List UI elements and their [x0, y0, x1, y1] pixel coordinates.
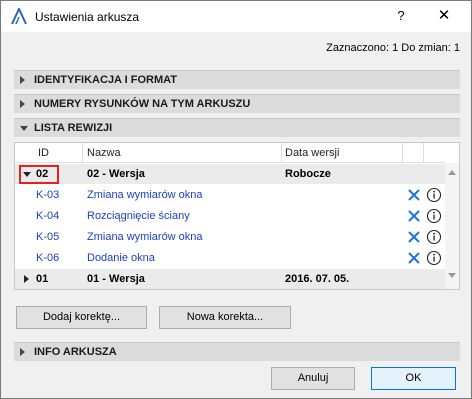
section-label: INFO ARKUSZA — [34, 346, 117, 358]
expand-arrow-icon — [20, 76, 25, 84]
expand-arrow-icon — [20, 100, 25, 108]
column-header-name[interactable]: Nazwa — [87, 147, 121, 159]
row-name: 02 - Wersja — [87, 168, 145, 180]
section-drawing-numbers[interactable]: NUMERY RYSUNKÓW NA TYM ARKUSZU — [14, 94, 460, 113]
row-name: 01 - Wersja — [87, 273, 145, 285]
table-header: ID Nazwa Data wersji — [15, 143, 445, 163]
expand-arrow-icon[interactable] — [24, 275, 29, 283]
table-row[interactable]: K-04 Rozciągnięcie ściany — [15, 206, 445, 226]
row-name: Dodanie okna — [87, 252, 155, 264]
info-icon[interactable] — [426, 250, 442, 266]
table-row[interactable]: K-05 Zmiana wymiarów okna — [15, 227, 445, 247]
sheet-settings-dialog: Ustawienia arkusza ? ✕ Zaznaczono: 1 Do … — [0, 0, 472, 399]
table-row-group[interactable]: 01 01 - Wersja 2016. 07. 05. — [15, 269, 445, 289]
new-correction-button[interactable]: Nowa korekta... — [159, 306, 291, 329]
row-id: K-06 — [36, 252, 60, 264]
row-date: Robocze — [285, 168, 331, 180]
collapse-arrow-icon — [20, 126, 28, 131]
archicad-icon — [11, 8, 27, 25]
cancel-button[interactable]: Anuluj — [271, 367, 355, 390]
row-id: K-04 — [36, 210, 60, 222]
title-bar: Ustawienia arkusza ? ✕ — [1, 1, 471, 32]
column-divider — [281, 143, 282, 163]
section-sheet-info[interactable]: INFO ARKUSZA — [14, 342, 460, 361]
vertical-scrollbar[interactable] — [445, 163, 459, 289]
section-identification[interactable]: IDENTYFIKACJA I FORMAT — [14, 70, 460, 89]
collapse-arrow-icon[interactable] — [23, 172, 31, 177]
column-header-date[interactable]: Data wersji — [285, 147, 339, 159]
table-row[interactable]: K-06 Dodanie okna — [15, 248, 445, 268]
scroll-up-icon[interactable] — [448, 170, 456, 175]
revision-table: ID Nazwa Data wersji 02 02 - Wersja Robo… — [14, 142, 460, 290]
selection-info: Zaznaczono: 1 Do zmian: 1 — [326, 42, 460, 54]
section-revision-list[interactable]: LISTA REWIZJI — [14, 118, 460, 137]
info-icon[interactable] — [426, 229, 442, 245]
help-button[interactable]: ? — [393, 8, 409, 24]
row-id: 02 — [36, 168, 49, 180]
column-header-id[interactable]: ID — [38, 147, 49, 159]
section-label: LISTA REWIZJI — [34, 122, 113, 134]
dialog-title: Ustawienia arkusza — [35, 10, 140, 24]
table-row[interactable]: K-03 Zmiana wymiarów okna — [15, 185, 445, 205]
add-correction-button[interactable]: Dodaj korektę... — [16, 306, 147, 329]
info-icon[interactable] — [426, 208, 442, 224]
row-id: 01 — [36, 273, 49, 285]
x-icon[interactable] — [406, 250, 422, 266]
x-icon[interactable] — [406, 187, 422, 203]
column-divider — [402, 143, 403, 163]
column-divider — [82, 143, 83, 163]
row-date: 2016. 07. 05. — [285, 273, 350, 285]
expand-arrow-icon — [20, 348, 25, 356]
row-id: K-03 — [36, 189, 60, 201]
row-name: Rozciągnięcie ściany — [87, 210, 190, 222]
scroll-down-icon[interactable] — [448, 273, 456, 278]
info-icon[interactable] — [426, 187, 442, 203]
section-label: NUMERY RYSUNKÓW NA TYM ARKUSZU — [34, 98, 251, 110]
section-label: IDENTYFIKACJA I FORMAT — [34, 74, 177, 86]
ok-button[interactable]: OK — [371, 367, 456, 390]
row-name: Zmiana wymiarów okna — [87, 231, 203, 243]
close-button[interactable]: ✕ — [429, 5, 459, 27]
column-divider — [423, 143, 424, 163]
row-id: K-05 — [36, 231, 60, 243]
x-icon[interactable] — [406, 208, 422, 224]
table-row-group[interactable]: 02 02 - Wersja Robocze — [15, 164, 445, 184]
row-name: Zmiana wymiarów okna — [87, 189, 203, 201]
x-icon[interactable] — [406, 229, 422, 245]
